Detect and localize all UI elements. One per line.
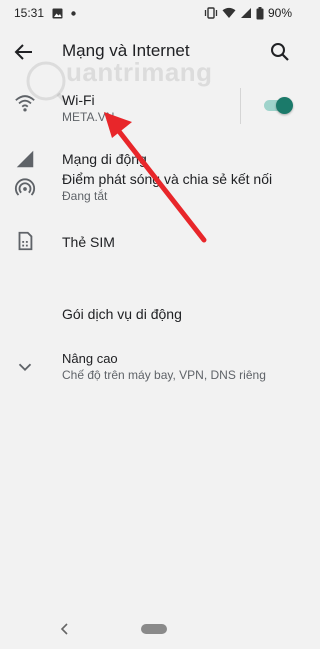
sim-card-icon — [18, 231, 33, 251]
mobile-plan-label: Gói dịch vụ di động — [62, 306, 182, 322]
mobile-plan-row[interactable]: Gói dịch vụ di động — [0, 300, 300, 328]
search-icon[interactable] — [268, 40, 292, 64]
advanced-row[interactable]: Nâng cao Chế độ trên máy bay, VPN, DNS r… — [0, 348, 300, 388]
sim-card-row[interactable]: Thẻ SIM — [0, 226, 300, 258]
chevron-down-icon — [18, 363, 32, 372]
status-bar: 15:31 90% — [0, 0, 300, 26]
hotspot-label: Điểm phát sóng và chia sẻ kết nối — [62, 171, 273, 187]
vibrate-icon — [204, 7, 218, 19]
battery-percent: 90% — [267, 6, 292, 20]
wifi-network-name: META.VN — [62, 110, 115, 124]
wifi-label: Wi-Fi — [62, 92, 95, 108]
hotspot-row[interactable]: Điểm phát sóng và chia sẻ kết nối Đang t… — [0, 166, 300, 212]
battery-icon — [256, 6, 264, 19]
wifi-toggle-thumb — [276, 97, 293, 114]
wifi-divider — [240, 88, 241, 124]
hotspot-status: Đang tắt — [62, 189, 108, 203]
mobile-network-label: Mạng di động — [62, 151, 147, 167]
advanced-summary: Chế độ trên máy bay, VPN, DNS riêng — [62, 368, 266, 382]
wifi-icon — [15, 95, 35, 112]
navigation-bar — [0, 612, 300, 649]
dot-notification-icon — [71, 10, 76, 16]
wifi-toggle[interactable] — [262, 97, 293, 114]
nav-back-icon[interactable] — [58, 622, 70, 636]
sim-card-label: Thẻ SIM — [62, 234, 115, 250]
image-notification-icon — [52, 8, 63, 18]
signal-status-icon — [240, 8, 251, 18]
advanced-label: Nâng cao — [62, 351, 118, 366]
hotspot-icon — [14, 178, 36, 196]
wifi-row[interactable]: Wi-Fi META.VN — [0, 84, 300, 130]
status-time: 15:31 — [14, 6, 45, 20]
nav-home-pill[interactable] — [141, 624, 167, 634]
wifi-status-icon — [222, 7, 236, 18]
